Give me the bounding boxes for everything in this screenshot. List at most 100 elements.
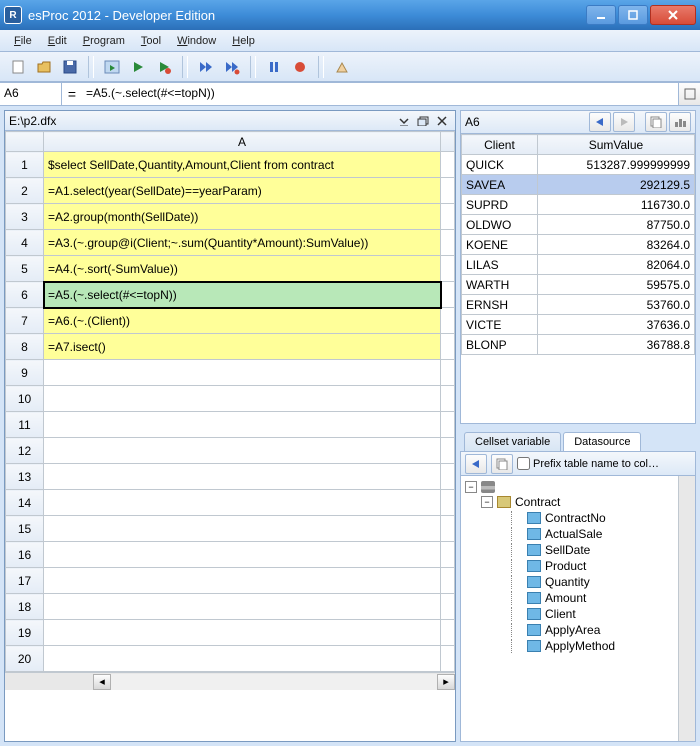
grid-cell[interactable] (44, 646, 441, 672)
pause-button[interactable] (262, 55, 286, 79)
grid-cell[interactable]: =A2.group(month(SellDate)) (44, 204, 441, 230)
row-header[interactable]: 2 (6, 178, 44, 204)
result-cell-sum[interactable]: 37636.0 (537, 315, 694, 335)
formula-input[interactable]: =A5.(~.select(#<=topN)) (82, 83, 678, 105)
result-col-client[interactable]: Client (462, 135, 538, 155)
result-back-button[interactable] (589, 112, 611, 132)
datasource-tree[interactable]: −−ContractContractNoActualSaleSellDatePr… (461, 476, 678, 741)
result-forward-button[interactable] (613, 112, 635, 132)
exec-button[interactable] (100, 55, 124, 79)
result-cell-client[interactable]: QUICK (462, 155, 538, 175)
row-header[interactable]: 12 (6, 438, 44, 464)
grid-cell[interactable] (44, 594, 441, 620)
row-header[interactable]: 15 (6, 516, 44, 542)
tree-column-name[interactable]: ApplyMethod (545, 639, 615, 653)
result-chart-button[interactable] (669, 112, 691, 132)
ds-back-button[interactable] (465, 454, 487, 474)
v-scrollbar[interactable] (678, 476, 695, 741)
tree-table-name[interactable]: Contract (515, 495, 560, 509)
menu-window[interactable]: Window (169, 33, 224, 49)
menu-help[interactable]: Help (224, 33, 263, 49)
result-cell-sum[interactable]: 87750.0 (537, 215, 694, 235)
tree-toggle[interactable]: − (465, 481, 477, 493)
result-cell-sum[interactable]: 82064.0 (537, 255, 694, 275)
grid-cell[interactable] (44, 516, 441, 542)
cell-reference[interactable]: A6 (0, 83, 62, 105)
result-cell-client[interactable]: LILAS (462, 255, 538, 275)
row-header[interactable]: 13 (6, 464, 44, 490)
tab-datasource[interactable]: Datasource (563, 432, 641, 451)
menu-tool[interactable]: Tool (133, 33, 169, 49)
row-header[interactable]: 16 (6, 542, 44, 568)
grid-cell[interactable] (44, 620, 441, 646)
grid-cell[interactable]: =A3.(~.group@i(Client;~.sum(Quantity*Amo… (44, 230, 441, 256)
run-button[interactable] (126, 55, 150, 79)
result-cell-client[interactable]: SAVEA (462, 175, 538, 195)
result-cell-sum[interactable]: 53760.0 (537, 295, 694, 315)
row-header[interactable]: 3 (6, 204, 44, 230)
h-scrollbar[interactable]: ◂ ▸ (5, 672, 455, 690)
grid-cell[interactable] (44, 490, 441, 516)
row-header[interactable]: 19 (6, 620, 44, 646)
row-header[interactable]: 8 (6, 334, 44, 360)
grid-cell[interactable]: $select SellDate,Quantity,Amount,Client … (44, 152, 441, 178)
result-cell-sum[interactable]: 59575.0 (537, 275, 694, 295)
result-cell-sum[interactable]: 513287.999999999 (537, 155, 694, 175)
menu-file[interactable]: File (6, 33, 40, 49)
step-over-button[interactable] (194, 55, 218, 79)
clear-button[interactable] (330, 55, 354, 79)
tree-column-name[interactable]: Amount (545, 591, 586, 605)
grid-cell[interactable] (44, 386, 441, 412)
prefix-checkbox-label[interactable]: Prefix table name to col… (517, 457, 659, 470)
column-header-a[interactable]: A (44, 132, 441, 152)
prefix-checkbox[interactable] (517, 457, 530, 470)
row-header[interactable]: 10 (6, 386, 44, 412)
result-cell-client[interactable]: WARTH (462, 275, 538, 295)
tree-column-name[interactable]: ApplyArea (545, 623, 600, 637)
grid-cell[interactable] (44, 438, 441, 464)
cell-grid[interactable]: A 1$select SellDate,Quantity,Amount,Clie… (5, 131, 455, 741)
corner-cell[interactable] (6, 132, 44, 152)
row-header[interactable]: 17 (6, 568, 44, 594)
stop-button[interactable] (288, 55, 312, 79)
grid-cell[interactable] (44, 464, 441, 490)
result-col-sumvalue[interactable]: SumValue (537, 135, 694, 155)
result-cell-client[interactable]: VICTE (462, 315, 538, 335)
tree-column-name[interactable]: Quantity (545, 575, 590, 589)
result-copy-button[interactable] (645, 112, 667, 132)
grid-cell[interactable] (44, 360, 441, 386)
grid-cell[interactable] (44, 412, 441, 438)
row-header[interactable]: 14 (6, 490, 44, 516)
doc-close-button[interactable] (433, 113, 451, 129)
result-cell-sum[interactable]: 292129.5 (537, 175, 694, 195)
result-cell-client[interactable]: ERNSH (462, 295, 538, 315)
row-header[interactable]: 20 (6, 646, 44, 672)
open-button[interactable] (32, 55, 56, 79)
row-header[interactable]: 7 (6, 308, 44, 334)
tree-column-name[interactable]: Product (545, 559, 586, 573)
row-header[interactable]: 18 (6, 594, 44, 620)
new-button[interactable] (6, 55, 30, 79)
result-cell-client[interactable]: KOENE (462, 235, 538, 255)
result-cell-client[interactable]: OLDWO (462, 215, 538, 235)
grid-cell[interactable]: =A5.(~.select(#<=topN)) (44, 282, 441, 308)
result-cell-sum[interactable]: 83264.0 (537, 235, 694, 255)
result-grid[interactable]: ClientSumValue QUICK513287.999999999SAVE… (460, 134, 696, 424)
tree-toggle[interactable]: − (481, 496, 493, 508)
result-cell-client[interactable]: SUPRD (462, 195, 538, 215)
close-button[interactable] (650, 5, 696, 25)
result-cell-sum[interactable]: 36788.8 (537, 335, 694, 355)
formula-expand-button[interactable] (678, 83, 700, 105)
grid-cell[interactable]: =A4.(~.sort(-SumValue)) (44, 256, 441, 282)
row-header[interactable]: 6 (6, 282, 44, 308)
menu-program[interactable]: Program (75, 33, 133, 49)
step-into-button[interactable] (220, 55, 244, 79)
scroll-left-button[interactable]: ◂ (93, 674, 111, 690)
menu-edit[interactable]: Edit (40, 33, 75, 49)
doc-restore-button[interactable] (414, 113, 432, 129)
tab-cellset-variable[interactable]: Cellset variable (464, 432, 561, 451)
row-header[interactable]: 5 (6, 256, 44, 282)
grid-cell[interactable]: =A1.select(year(SellDate)==yearParam) (44, 178, 441, 204)
tree-column-name[interactable]: ActualSale (545, 527, 602, 541)
tree-column-name[interactable]: Client (545, 607, 576, 621)
